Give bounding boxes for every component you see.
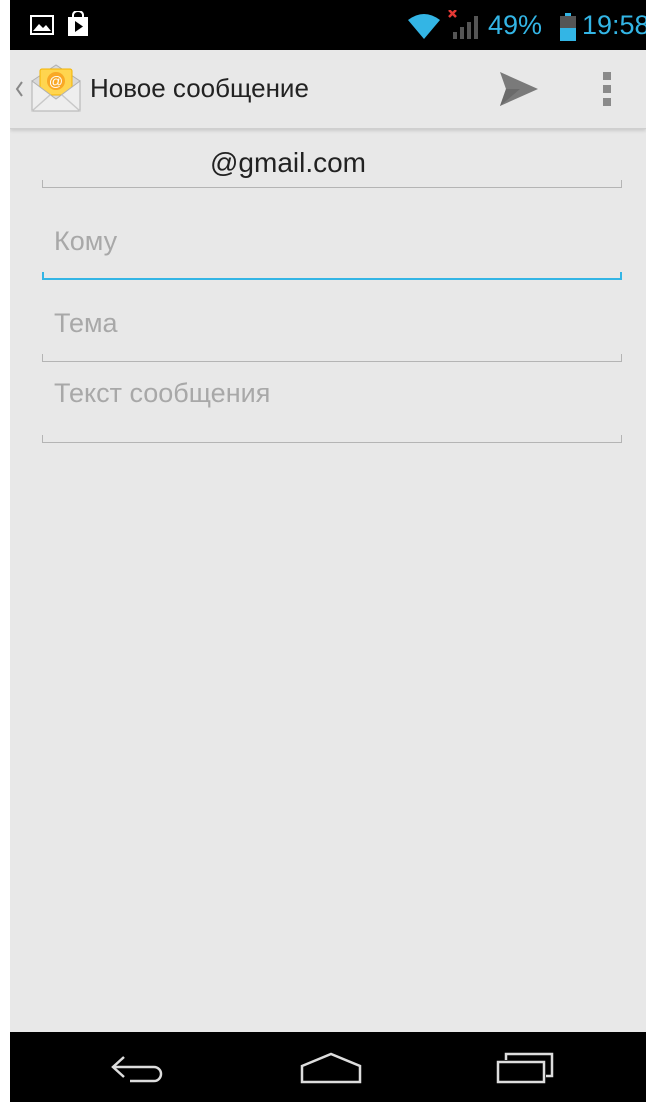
wifi-icon — [408, 13, 440, 43]
subject-placeholder: Тема — [54, 308, 118, 338]
chevron-left-icon — [14, 80, 24, 102]
gallery-icon — [30, 15, 54, 39]
home-button[interactable] — [268, 1032, 388, 1102]
subject-underline — [42, 354, 622, 362]
home-icon — [300, 1052, 362, 1088]
status-bar: 49% 19:58 — [10, 0, 646, 50]
signal-no-sim-icon — [448, 9, 482, 44]
navigation-bar — [10, 1032, 646, 1102]
send-button[interactable] — [480, 50, 560, 128]
page-title: Новое сообщение — [90, 73, 309, 103]
from-underline — [42, 180, 622, 188]
body-placeholder: Текст сообщения — [54, 378, 271, 408]
back-button[interactable] — [78, 1032, 198, 1102]
battery-icon — [560, 13, 576, 45]
to-underline-focused — [42, 272, 622, 280]
body-underline — [42, 435, 622, 443]
compose-screen: 49% 19:58 @ Новое сообщение @gmail.com К… — [10, 0, 646, 1102]
from-account: @gmail.com — [210, 147, 367, 178]
svg-text:@: @ — [49, 73, 63, 89]
email-icon: @ — [28, 63, 84, 119]
back-icon — [110, 1054, 168, 1088]
send-icon — [500, 72, 538, 110]
recent-apps-button[interactable] — [466, 1032, 586, 1102]
overflow-menu-button[interactable] — [580, 50, 636, 128]
status-time: 19:58 — [582, 10, 646, 40]
to-placeholder: Кому — [54, 226, 118, 256]
action-bar: @ Новое сообщение — [10, 50, 646, 129]
shopping-bag-icon — [66, 10, 90, 41]
battery-percent: 49% — [488, 10, 543, 40]
up-navigation-button[interactable]: @ — [10, 50, 88, 128]
overflow-menu-icon — [602, 72, 612, 110]
recent-apps-icon — [496, 1052, 554, 1088]
